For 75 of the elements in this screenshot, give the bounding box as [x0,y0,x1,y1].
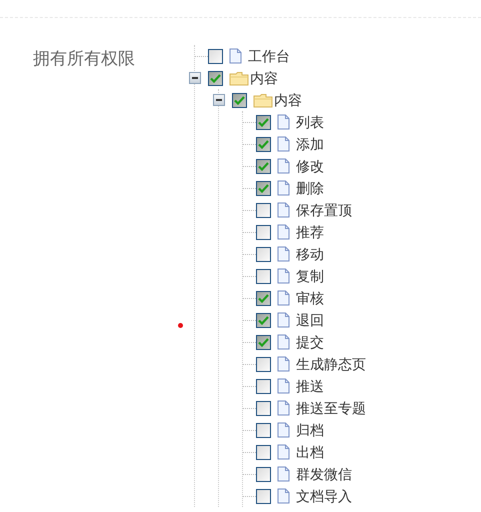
collapse-toggle[interactable] [189,72,201,84]
checkbox[interactable] [256,488,271,504]
document-icon [277,202,290,218]
check-icon [258,118,269,126]
permission-label: 拥有所有权限 [33,49,135,68]
tree-item-label[interactable]: 删除 [296,181,324,195]
checkbox[interactable] [208,48,223,64]
tree-item-label[interactable]: 内容 [250,71,278,85]
document-icon [277,114,290,130]
checkbox[interactable] [256,290,271,306]
check-icon [258,162,269,170]
document-icon [277,356,290,372]
check-icon [258,140,269,148]
folder-icon [229,70,249,86]
tree-item-label[interactable]: 推荐 [296,225,324,239]
tree-item-label[interactable]: 生成静态页 [296,357,366,371]
folder-icon [253,92,273,108]
tree-item-label[interactable]: 出档 [296,445,324,459]
document-icon [277,334,290,350]
checkbox[interactable] [256,180,271,196]
checkbox[interactable] [256,224,271,240]
document-icon [277,224,290,240]
document-icon [277,488,290,504]
checkbox[interactable] [256,202,271,218]
checkbox[interactable] [208,70,223,86]
tree-item-label[interactable]: 内容 [274,93,302,107]
tree-item-label[interactable]: 推送 [296,379,324,393]
tree-item-label[interactable]: 群发微信 [296,467,352,481]
check-icon [258,316,269,324]
checkbox[interactable] [256,356,271,372]
document-icon [277,268,290,284]
document-icon [277,466,290,482]
tree-item-label[interactable]: 列表 [296,115,324,129]
check-icon [234,96,245,104]
checkbox[interactable] [256,312,271,328]
document-icon [277,180,290,196]
tree-item-label[interactable]: 保存置顶 [296,203,352,217]
checkbox[interactable] [256,444,271,460]
document-icon [277,400,290,416]
tree-item-label[interactable]: 归档 [296,423,324,437]
document-icon [277,290,290,306]
checkbox[interactable] [256,158,271,174]
tree-item-label[interactable]: 审核 [296,291,324,305]
checkbox[interactable] [256,136,271,152]
tree-item-label[interactable]: 文档导入 [296,489,352,503]
checkbox[interactable] [256,246,271,262]
check-icon [258,294,269,302]
checkbox[interactable] [232,92,247,108]
checkbox[interactable] [256,268,271,284]
tree-item-label[interactable]: 推送至专题 [296,401,366,415]
check-icon [258,184,269,192]
checkbox[interactable] [256,400,271,416]
tree-item-label[interactable]: 工作台 [248,49,290,63]
collapse-toggle[interactable] [213,94,225,106]
checkbox[interactable] [256,422,271,438]
tree-item-label[interactable]: 提交 [296,335,324,349]
tree-item-label[interactable]: 复制 [296,269,324,283]
checkbox[interactable] [256,378,271,394]
checkbox[interactable] [256,114,271,130]
checkbox[interactable] [256,466,271,482]
tree-item-label[interactable]: 添加 [296,137,324,151]
checkbox[interactable] [256,334,271,350]
tree-item-label[interactable]: 退回 [296,313,324,327]
check-icon [210,74,221,82]
document-icon [277,444,290,460]
document-icon [277,312,290,328]
document-icon [277,246,290,262]
document-icon [229,48,242,64]
tree-item-label[interactable]: 移动 [296,247,324,261]
document-icon [277,378,290,394]
document-icon [277,136,290,152]
tree-item-label[interactable]: 修改 [296,159,324,173]
check-icon [258,338,269,346]
document-icon [277,422,290,438]
document-icon [277,158,290,174]
